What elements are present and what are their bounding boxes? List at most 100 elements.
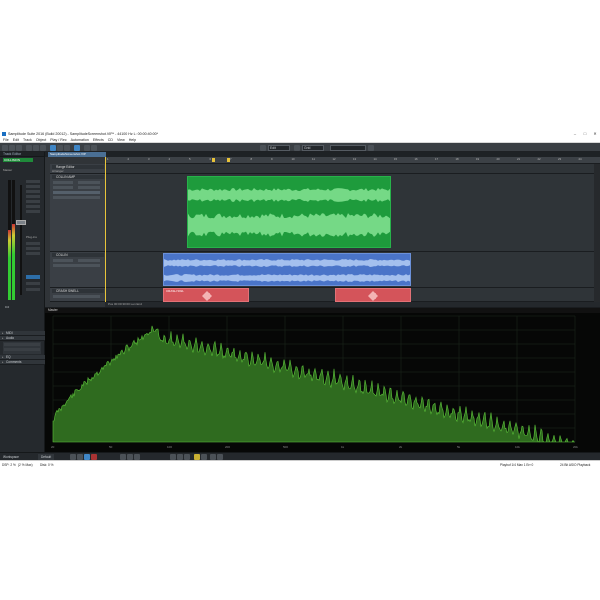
fader-track bbox=[20, 185, 22, 295]
ruler-tick: 6 bbox=[209, 157, 212, 161]
audio-clip-green[interactable] bbox=[187, 176, 391, 248]
track-header-collin[interactable]: COLLIN bbox=[50, 252, 105, 288]
frequency-axis: 20 50 100 200 500 1k 2k 5k 10k 20k bbox=[45, 444, 600, 452]
paste-icon[interactable] bbox=[40, 144, 46, 151]
plugin-slot-3[interactable] bbox=[26, 252, 40, 255]
arrangement-view: SamplitudeScreenshot.VIP 1 2 3 4 5 6 7 8 9 10 11 12… bbox=[45, 152, 600, 307]
ruler-tick: 12 bbox=[332, 157, 336, 161]
search-icon[interactable] bbox=[368, 144, 374, 151]
audio-settings-area bbox=[3, 342, 41, 354]
slot-3[interactable] bbox=[26, 190, 40, 193]
lane-collin[interactable] bbox=[105, 252, 600, 288]
ruler-tick: 20 bbox=[496, 157, 500, 161]
grid-select[interactable]: Grid bbox=[302, 144, 324, 151]
edit-mode-select[interactable]: Edit bbox=[268, 144, 290, 151]
track-name: COLLIN bbox=[52, 253, 104, 257]
track-name-badge[interactable]: COLLISION bbox=[3, 158, 33, 162]
track-input[interactable] bbox=[78, 186, 100, 189]
frequency-label: 500 bbox=[283, 445, 289, 449]
playbuffer-info: Playbuf 1/4 Max 1 Err 0 bbox=[500, 463, 534, 467]
spectrum-analyzer: Master 20 50 100 200 500 1k 2k 5k 10k 20k bbox=[45, 307, 600, 452]
redo-icon[interactable] bbox=[91, 144, 97, 151]
tab-project[interactable]: SamplitudeScreenshot.VIP bbox=[48, 152, 106, 157]
ruler-tick: 2 bbox=[127, 157, 130, 161]
track-pan[interactable] bbox=[53, 186, 73, 189]
audio-clip-red-2[interactable] bbox=[335, 288, 411, 302]
scissors-tool-icon[interactable] bbox=[64, 144, 70, 151]
waveform-blue bbox=[164, 259, 410, 282]
frequency-label: 100 bbox=[167, 445, 173, 449]
open-icon[interactable] bbox=[9, 144, 15, 151]
audio-setting-2[interactable] bbox=[4, 348, 40, 351]
plugin-slot-1[interactable] bbox=[26, 242, 40, 245]
snap-icon[interactable] bbox=[74, 144, 80, 151]
track-header-range[interactable]: Range Editor Arranger bbox=[50, 164, 105, 174]
copy-icon[interactable] bbox=[33, 144, 39, 151]
solo-button[interactable] bbox=[26, 275, 40, 279]
audio-clip-red-1[interactable]: CRASH SWL bbox=[163, 288, 249, 302]
track-automation[interactable] bbox=[53, 196, 100, 199]
track-volume[interactable] bbox=[53, 259, 73, 262]
ruler-tick: 4 bbox=[168, 157, 171, 161]
ruler-tick: 18 bbox=[455, 157, 459, 161]
toolbar: Edit Grid bbox=[0, 143, 600, 152]
track-output[interactable] bbox=[53, 191, 100, 194]
track-header-collin-amp[interactable]: COLLIN AMP bbox=[50, 174, 105, 252]
frequency-label: 1k bbox=[341, 445, 345, 449]
grid-icon[interactable] bbox=[294, 144, 300, 151]
range-tool-icon[interactable] bbox=[57, 144, 63, 151]
undo-icon[interactable] bbox=[84, 144, 90, 151]
track-volume[interactable] bbox=[53, 295, 100, 298]
disk-load: Disk: 0 % bbox=[40, 463, 54, 467]
ruler-tick: 19 bbox=[476, 157, 480, 161]
audio-format: 24 Bit ASIO Playback bbox=[560, 463, 591, 467]
slot-4[interactable] bbox=[26, 195, 40, 198]
slot-7[interactable] bbox=[26, 210, 40, 213]
loop-start-marker[interactable] bbox=[212, 158, 215, 162]
slot-2[interactable] bbox=[26, 185, 40, 188]
new-project-icon[interactable] bbox=[2, 144, 8, 151]
track-fx[interactable] bbox=[78, 181, 100, 184]
ruler-tick: 9 bbox=[271, 157, 273, 161]
vertical-scrollbar[interactable] bbox=[594, 164, 600, 302]
track-name: CRASH SWELL bbox=[52, 289, 104, 293]
record-button[interactable] bbox=[26, 288, 40, 291]
audio-setting-1[interactable] bbox=[4, 343, 40, 346]
ruler-tick: 16 bbox=[414, 157, 418, 161]
frequency-label: 20 bbox=[51, 445, 55, 449]
volume-fader[interactable] bbox=[16, 220, 26, 225]
zoom-icon[interactable] bbox=[260, 144, 266, 151]
audio-clip-blue[interactable] bbox=[163, 253, 411, 286]
dsp-load: DSP: 2 % bbox=[2, 463, 16, 467]
ruler-tick: 21 bbox=[517, 157, 521, 161]
timeline-ruler[interactable]: 1 2 3 4 5 6 7 8 9 10 11 12 13 14 15 16 17 18 19 20 21 22 23 24 bbox=[105, 157, 600, 164]
slot-6[interactable] bbox=[26, 205, 40, 208]
track-sub: Arranger bbox=[52, 169, 64, 173]
track-header-crash[interactable]: CRASH SWELL bbox=[50, 288, 105, 302]
save-icon[interactable] bbox=[16, 144, 22, 151]
dsp-max: (2 % Max) bbox=[18, 463, 33, 467]
search-input[interactable] bbox=[330, 144, 366, 151]
ruler-tick: 17 bbox=[435, 157, 439, 161]
ruler-tick: 22 bbox=[537, 157, 541, 161]
ruler-tick: 13 bbox=[353, 157, 357, 161]
track-volume[interactable] bbox=[53, 181, 73, 184]
lane-collin-amp[interactable] bbox=[105, 174, 600, 252]
ruler-tick: 1 bbox=[107, 157, 109, 161]
section-audio[interactable]: Audio bbox=[0, 336, 45, 341]
plugin-slot-2[interactable] bbox=[26, 247, 40, 250]
playhead-cursor[interactable] bbox=[105, 157, 106, 307]
mute-button[interactable] bbox=[26, 282, 40, 285]
spectrum-plot bbox=[52, 315, 576, 443]
slot-5[interactable] bbox=[26, 200, 40, 203]
channel-strip: Plug-ins 0.0 bbox=[2, 180, 43, 330]
section-comments[interactable]: Comments bbox=[0, 360, 45, 365]
pointer-tool-icon[interactable] bbox=[50, 144, 56, 151]
cut-icon[interactable] bbox=[26, 144, 32, 151]
lane-range[interactable] bbox=[105, 164, 600, 174]
slot-1[interactable] bbox=[26, 180, 40, 183]
track-output[interactable] bbox=[53, 264, 100, 267]
frequency-label: 50 bbox=[109, 445, 113, 449]
lane-crash[interactable]: CRASH SWL bbox=[105, 288, 600, 302]
track-fx[interactable] bbox=[78, 259, 100, 262]
